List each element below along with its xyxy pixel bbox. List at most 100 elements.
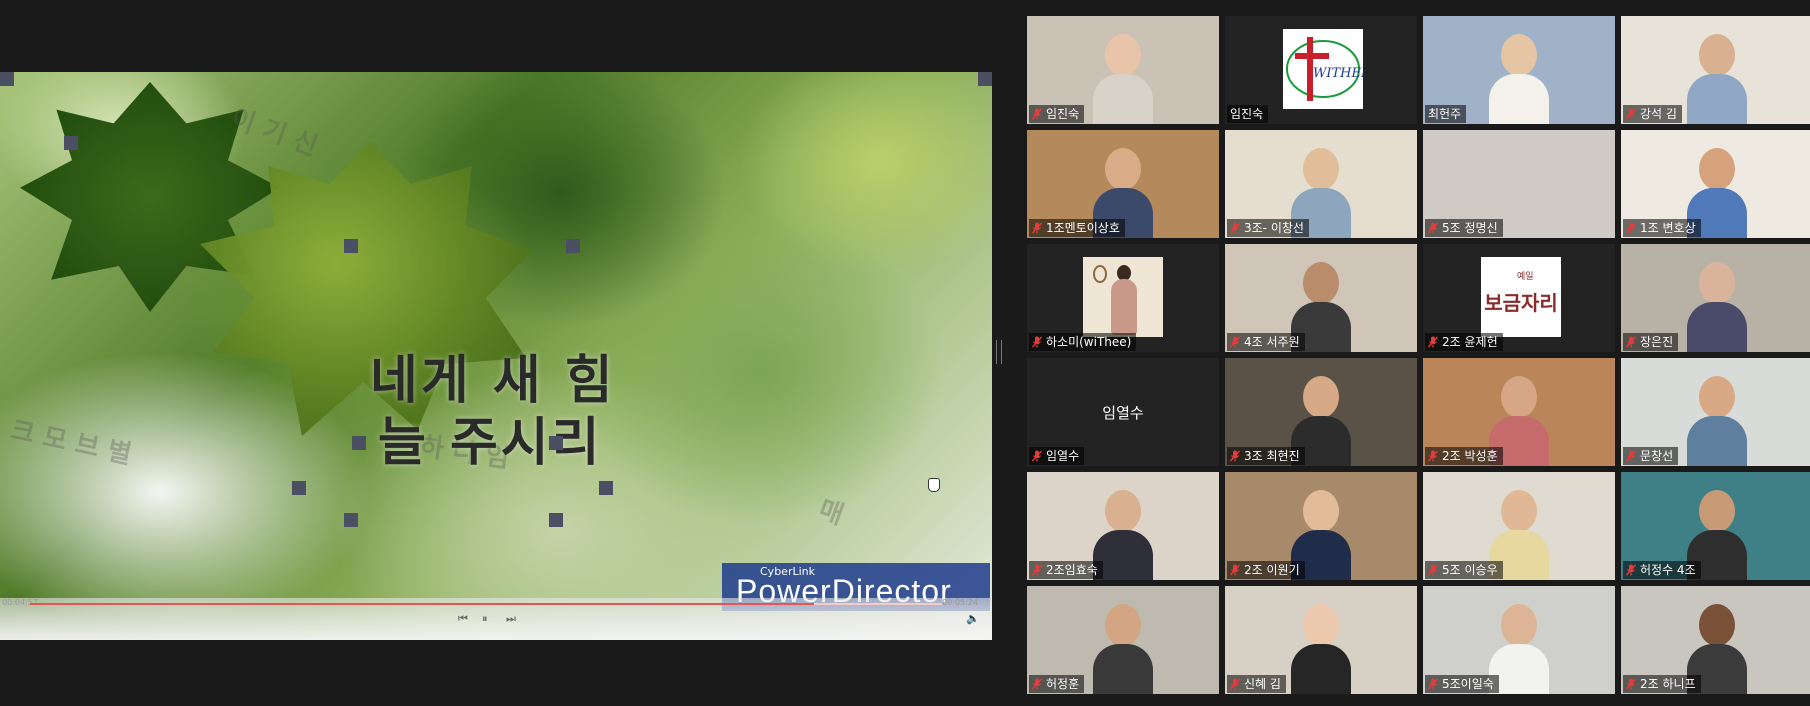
participant-tile[interactable]: 신혜 김	[1225, 586, 1417, 694]
participant-name-label: 3조 최현진	[1227, 447, 1305, 465]
participant-name: 임열수	[1046, 449, 1080, 463]
participant-tile[interactable]: 최헌주	[1423, 16, 1615, 124]
participant-name: 최헌주	[1428, 107, 1462, 121]
next-icon[interactable]: ⏭	[506, 612, 516, 626]
mic-muted-icon	[1230, 336, 1240, 348]
person-silhouette	[1489, 34, 1549, 124]
participant-name-label: 2조임효숙	[1029, 561, 1103, 579]
participant-tile[interactable]: 허정훈	[1027, 586, 1219, 694]
participant-tile[interactable]: 문창선	[1621, 358, 1810, 466]
mic-muted-icon	[1626, 222, 1636, 234]
selection-handle	[344, 513, 358, 527]
participant-tile[interactable]: 4조 서주원	[1225, 244, 1417, 352]
mic-muted-icon	[1428, 678, 1438, 690]
participant-name: 5조 이승우	[1442, 563, 1498, 577]
ghost-text: 크 모 브 별	[7, 415, 135, 471]
participant-name: 허정훈	[1046, 677, 1080, 691]
selection-handle	[549, 436, 563, 450]
participant-name: 5조 정명신	[1442, 221, 1498, 235]
participant-name: 1조멘토이상호	[1046, 221, 1120, 235]
participant-name-label: 하소미(wiThee)	[1029, 333, 1137, 351]
pause-icon[interactable]: ⏸	[482, 612, 488, 626]
participant-name-label: 2조 하니프	[1623, 675, 1701, 693]
mic-muted-icon	[1032, 678, 1042, 690]
participant-name-label: 2조 박성훈	[1425, 447, 1503, 465]
participant-name: 4조 서주원	[1244, 335, 1300, 349]
participant-name: 1조 변호상	[1640, 221, 1696, 235]
participant-tile[interactable]: 2조 박성훈	[1423, 358, 1615, 466]
participant-tile[interactable]: 1조 변호상	[1621, 130, 1810, 238]
selection-handle	[64, 136, 78, 150]
participant-gallery: 임진숙 WITHEE 임진숙 최헌주 강석 김 1조멘토이상호 3조- 이창선 5조 정명신 1…	[1027, 16, 1810, 698]
mic-muted-icon	[1032, 564, 1042, 576]
person-silhouette	[1687, 376, 1747, 466]
participant-tile[interactable]: 임열수 임열수	[1027, 358, 1219, 466]
slide-title-line2: 늘 주시리	[378, 413, 603, 473]
participant-name-label: 허정훈	[1029, 675, 1085, 693]
person-silhouette	[1687, 262, 1747, 352]
participant-tile[interactable]: 강석 김	[1621, 16, 1810, 124]
participant-tile[interactable]: WITHEE 임진숙	[1225, 16, 1417, 124]
participant-name: 2조 하니프	[1640, 677, 1696, 691]
participant-tile[interactable]: 3조 최현진	[1225, 358, 1417, 466]
participant-name: 강석 김	[1640, 107, 1677, 121]
participant-tile[interactable]: 허정수 4조	[1621, 472, 1810, 580]
volume-icon[interactable]: 🔈	[966, 612, 980, 625]
participant-tile[interactable]: 5조 이승우	[1423, 472, 1615, 580]
participant-tile[interactable]: 2조임효숙	[1027, 472, 1219, 580]
prev-icon[interactable]: ⏮	[458, 612, 468, 626]
selection-handle	[292, 481, 306, 495]
profile-photo	[1083, 257, 1163, 337]
slide-title: 네게 새 힘 늘 주시리	[370, 350, 616, 474]
mic-muted-icon	[1230, 222, 1240, 234]
ghost-text: 매	[814, 494, 848, 532]
participant-name: 신혜 김	[1244, 677, 1281, 691]
participant-name-label: 허정수 4조	[1623, 561, 1701, 579]
participant-name: 2조 이원기	[1244, 563, 1300, 577]
participant-name-label: 강석 김	[1623, 105, 1682, 123]
participant-name-label: 임열수	[1029, 447, 1085, 465]
participant-tile[interactable]: 장은진	[1621, 244, 1810, 352]
participant-tile[interactable]: 2조 하니프	[1621, 586, 1810, 694]
mic-muted-icon	[1032, 108, 1042, 120]
participant-name-label: 1조 변호상	[1623, 219, 1701, 237]
participant-tile[interactable]: 임진숙	[1027, 16, 1219, 124]
splitter-handle[interactable]	[996, 340, 1002, 364]
participant-name: 3조 최현진	[1244, 449, 1300, 463]
mic-muted-icon	[1428, 564, 1438, 576]
participant-tile[interactable]: 5조 정명신	[1423, 130, 1615, 238]
participant-name: 5조이일숙	[1442, 677, 1494, 691]
mic-muted-icon	[1230, 564, 1240, 576]
bogeum-small-text: 예일	[1517, 272, 1534, 282]
progress-track[interactable]	[30, 603, 942, 605]
mic-muted-icon	[1230, 450, 1240, 462]
selection-handle	[352, 436, 366, 450]
participant-name-label: 3조- 이창선	[1227, 219, 1309, 237]
participant-tile[interactable]: 3조- 이창선	[1225, 130, 1417, 238]
mic-muted-icon	[1428, 450, 1438, 462]
mouse-cursor-icon	[928, 478, 940, 492]
mic-muted-icon	[1626, 678, 1636, 690]
participant-tile[interactable]: 5조이일숙	[1423, 586, 1615, 694]
bogeum-big-text: 보금자리	[1484, 291, 1558, 315]
selection-handle	[599, 481, 613, 495]
participant-tile[interactable]: 2조 이원기	[1225, 472, 1417, 580]
participant-name-label: 임진숙	[1227, 105, 1269, 123]
participant-name-label: 4조 서주원	[1227, 333, 1305, 351]
participant-tile[interactable]: 하소미(wiThee)	[1027, 244, 1219, 352]
participant-name-label: 5조 이승우	[1425, 561, 1503, 579]
participant-tile[interactable]: 예일 보금자리 2조 윤제헌	[1423, 244, 1615, 352]
participant-tile[interactable]: 1조멘토이상호	[1027, 130, 1219, 238]
mic-muted-icon	[1032, 222, 1042, 234]
video-player-bar: 00:04:57 00:05:24 ⏮ ⏸ ⏭ 🔈	[0, 598, 992, 640]
participant-name-label: 문창선	[1623, 447, 1679, 465]
shared-screen[interactable]: 이 기 신 크 모 브 별 하 나 임 매 네게 새 힘 늘 주시리 Cyber…	[0, 72, 992, 640]
participant-name-label: 1조멘토이상호	[1029, 219, 1125, 237]
withee-logo: WITHEE	[1283, 29, 1371, 109]
mic-muted-icon	[1428, 336, 1438, 348]
participant-center-name: 임열수	[1102, 404, 1144, 422]
participant-name-label: 장은진	[1623, 333, 1679, 351]
participant-name-label: 신혜 김	[1227, 675, 1286, 693]
participant-name: 3조- 이창선	[1244, 221, 1304, 235]
mic-muted-icon	[1626, 564, 1636, 576]
